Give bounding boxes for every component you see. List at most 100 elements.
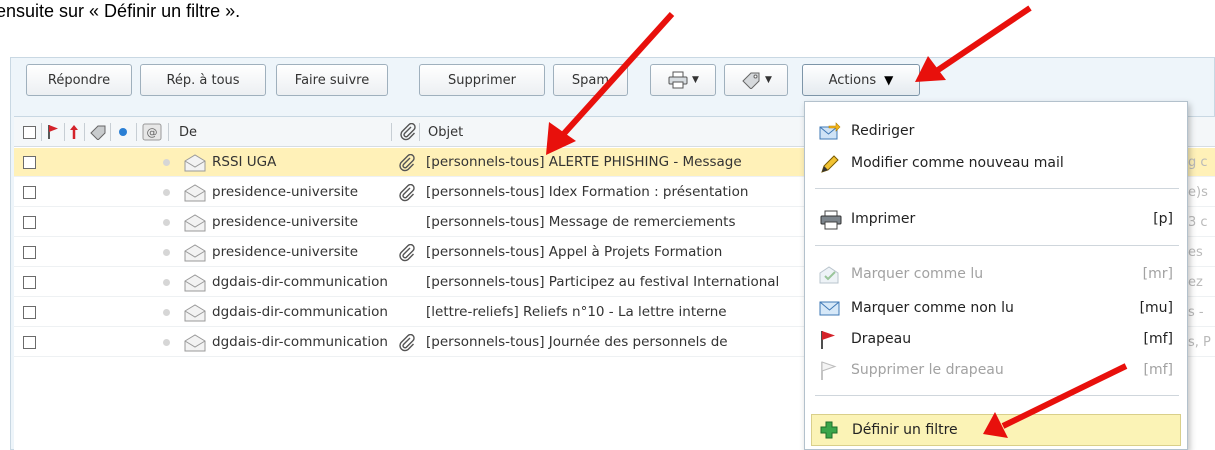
read-status-dot[interactable] (163, 249, 170, 256)
flag-menu-item[interactable]: Drapeau [mf] (805, 324, 1187, 354)
mark-read-icon (819, 266, 839, 284)
mark-read-menu-item[interactable]: Marquer comme lu [mr] (805, 259, 1187, 289)
print-shortcut: [p] (1153, 211, 1173, 227)
define-filter-label: Définir un filtre (852, 422, 958, 438)
sender-name: presidence-universite (212, 244, 359, 260)
attachment-icon (399, 244, 415, 262)
priority-column-icon[interactable] (69, 117, 79, 147)
pencil-icon (821, 155, 839, 173)
reply-all-button[interactable]: Rép. à tous (140, 64, 266, 96)
attachment-icon (399, 334, 415, 352)
delete-button[interactable]: Supprimer (419, 64, 545, 96)
redirect-menu-item[interactable]: Rediriger (805, 116, 1187, 146)
mark-unread-menu-item[interactable]: Marquer comme non lu [mu] (805, 293, 1187, 323)
truncated-column-text: s - (1188, 305, 1204, 320)
sender-name: presidence-universite (212, 184, 359, 200)
redirect-label: Rediriger (851, 123, 915, 139)
subject-column-header[interactable]: Objet (428, 117, 463, 147)
chevron-down-icon: ▼ (884, 73, 894, 87)
define-filter-menu-item[interactable]: Définir un filtre (811, 414, 1181, 446)
printer-icon (668, 71, 688, 89)
attachment-column-icon[interactable] (399, 117, 417, 147)
spam-label: Spam (571, 72, 610, 88)
truncated-column-text: 3 c (1188, 215, 1208, 230)
row-checkbox[interactable] (23, 186, 36, 199)
read-status-dot[interactable] (163, 159, 170, 166)
subject-text: [personnels-tous] Idex Formation : prése… (426, 184, 749, 200)
flag-label: Drapeau (851, 331, 912, 347)
envelope-icon (184, 184, 206, 202)
chevron-down-icon: ▼ (765, 75, 772, 85)
row-checkbox[interactable] (23, 156, 36, 169)
sender-name: dgdais-dir-communication (212, 274, 388, 290)
envelope-icon (184, 334, 206, 352)
row-checkbox[interactable] (23, 216, 36, 229)
row-checkbox[interactable] (23, 246, 36, 259)
truncated-column-text: ez (1188, 275, 1203, 290)
from-column-header[interactable]: De (179, 117, 197, 147)
instruction-caption: ensuite sur « Définir un filtre ». (0, 1, 241, 21)
subject-text: [personnels-tous] Participez au festival… (426, 274, 780, 290)
tag-menu-button[interactable]: ▼ (724, 64, 788, 96)
read-status-column-icon[interactable] (119, 117, 127, 147)
actions-label: Actions (828, 72, 877, 88)
tag-icon (742, 72, 760, 89)
sender-name: presidence-universite (212, 214, 359, 230)
sender-name: RSSI UGA (212, 154, 277, 170)
read-status-dot[interactable] (163, 339, 170, 346)
flag-shortcut: [mf] (1143, 331, 1174, 347)
forward-button[interactable]: Faire suivre (276, 64, 388, 96)
mark-unread-shortcut: [mu] (1139, 300, 1173, 316)
tag-column-icon[interactable] (89, 117, 107, 147)
subject-text: [personnels-tous] ALERTE PHISHING - Mess… (426, 154, 742, 170)
reply-label: Répondre (47, 72, 111, 88)
select-all-checkbox[interactable] (23, 117, 36, 147)
envelope-icon (819, 301, 840, 316)
unflag-shortcut: [mf] (1143, 362, 1174, 378)
edit-as-new-label: Modifier comme nouveau mail (851, 155, 1064, 171)
print-menu-item[interactable]: Imprimer [p] (805, 204, 1187, 234)
sender-name: dgdais-dir-communication (212, 304, 388, 320)
row-checkbox[interactable] (23, 276, 36, 289)
unflag-menu-item[interactable]: Supprimer le drapeau [mf] (805, 355, 1187, 385)
truncated-column-text: s, P (1188, 335, 1211, 350)
read-status-dot[interactable] (163, 189, 170, 196)
attachment-icon (399, 154, 415, 172)
actions-dropdown-menu: Rediriger Modifier comme nouveau mail Im… (804, 101, 1188, 450)
row-checkbox[interactable] (23, 336, 36, 349)
svg-text:@: @ (147, 126, 158, 139)
attachment-icon (399, 184, 415, 202)
print-label: Imprimer (851, 211, 916, 227)
unflag-icon (821, 361, 837, 380)
envelope-icon (184, 274, 206, 292)
reply-button[interactable]: Répondre (26, 64, 132, 96)
read-status-dot[interactable] (163, 219, 170, 226)
subject-text: [personnels-tous] Message de remerciemen… (426, 214, 736, 230)
printer-icon (820, 210, 842, 230)
reply-all-label: Rép. à tous (166, 72, 240, 88)
envelope-icon (184, 304, 206, 322)
mark-unread-label: Marquer comme non lu (851, 300, 1014, 316)
flag-icon (821, 331, 835, 349)
flag-column-icon[interactable] (47, 117, 59, 147)
plus-icon (820, 421, 838, 439)
unflag-label: Supprimer le drapeau (851, 362, 1004, 378)
redirect-icon (819, 122, 841, 140)
spam-button[interactable]: Spam (553, 64, 628, 96)
envelope-icon (184, 154, 206, 172)
actions-menu-button[interactable]: Actions ▼ (802, 64, 920, 96)
subject-text: [lettre-reliefs] Reliefs n°10 - La lettr… (426, 304, 727, 320)
read-status-dot[interactable] (163, 309, 170, 316)
message-status-column-icon[interactable]: @ (142, 117, 162, 147)
envelope-icon (184, 214, 206, 232)
mark-read-shortcut: [mr] (1142, 266, 1173, 282)
print-menu-button[interactable]: ▼ (650, 64, 716, 96)
forward-label: Faire suivre (294, 72, 370, 88)
subject-text: [personnels-tous] Appel à Projets Format… (426, 244, 723, 260)
read-status-dot[interactable] (163, 279, 170, 286)
row-checkbox[interactable] (23, 306, 36, 319)
mark-read-label: Marquer comme lu (851, 266, 984, 282)
truncated-column-text: g c (1188, 155, 1208, 170)
envelope-icon (184, 244, 206, 262)
edit-as-new-menu-item[interactable]: Modifier comme nouveau mail (805, 148, 1187, 178)
